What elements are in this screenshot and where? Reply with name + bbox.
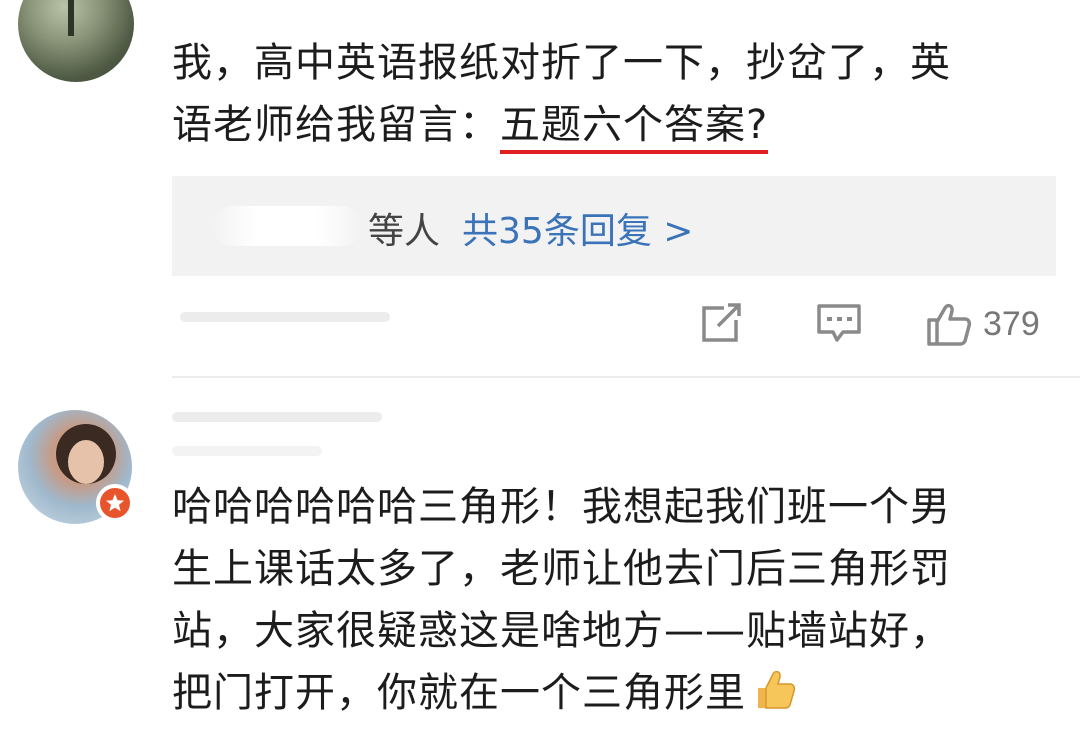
like-count: 379 xyxy=(983,304,1040,343)
avatar-image-detail xyxy=(68,440,104,484)
comment-actions: 379 xyxy=(700,300,1060,360)
replies-summary: 等人 共35条回复 > xyxy=(368,202,693,254)
comment-icon xyxy=(817,304,861,342)
replies-suffix: 等人 xyxy=(368,211,441,252)
comment-line: 哈哈哈哈哈哈三角形！我想起我们班一个男 xyxy=(172,484,951,530)
thumbs-up-emoji-icon xyxy=(752,666,798,730)
view-replies-link[interactable]: 共35条回复 > xyxy=(462,211,693,252)
highlighted-text: 五题六个答案? xyxy=(500,102,769,154)
comment-line-text: 把门打开，你就在一个三角形里 xyxy=(172,670,746,716)
share-button[interactable] xyxy=(700,300,744,344)
blurred-username xyxy=(172,412,382,422)
blurred-timestamp xyxy=(172,446,322,456)
comment-line-prefix: 语老师给我留言： xyxy=(172,102,500,148)
share-icon xyxy=(702,303,742,342)
comment-divider xyxy=(172,376,1080,378)
avatar[interactable] xyxy=(18,0,134,82)
thumbs-up-icon xyxy=(927,303,972,346)
comment-line: 语老师给我留言：五题六个答案? xyxy=(172,94,1052,156)
like-button[interactable]: 379 xyxy=(925,300,1040,348)
replies-preview[interactable]: 等人 共35条回复 > xyxy=(172,176,1056,276)
verified-badge-icon xyxy=(96,484,134,522)
comment-line: 生上课话太多了，老师让他去门后三角形罚 xyxy=(172,546,951,592)
comment-line: 我，高中英语报纸对折了一下，抄岔了，英 xyxy=(172,40,951,86)
comment-button[interactable] xyxy=(815,300,863,344)
comment-line: 站，大家很疑惑这是啥地方——贴墙站好， xyxy=(172,608,951,654)
avatar-image-detail xyxy=(68,0,74,36)
star-icon xyxy=(106,494,124,512)
comment-text: 我，高中英语报纸对折了一下，抄岔了，英 语老师给我留言：五题六个答案? xyxy=(172,32,1052,156)
blurred-username xyxy=(212,206,362,246)
comment-text: 哈哈哈哈哈哈三角形！我想起我们班一个男 生上课话太多了，老师让他去门后三角形罚 … xyxy=(172,476,1052,730)
blurred-timestamp xyxy=(180,312,390,322)
